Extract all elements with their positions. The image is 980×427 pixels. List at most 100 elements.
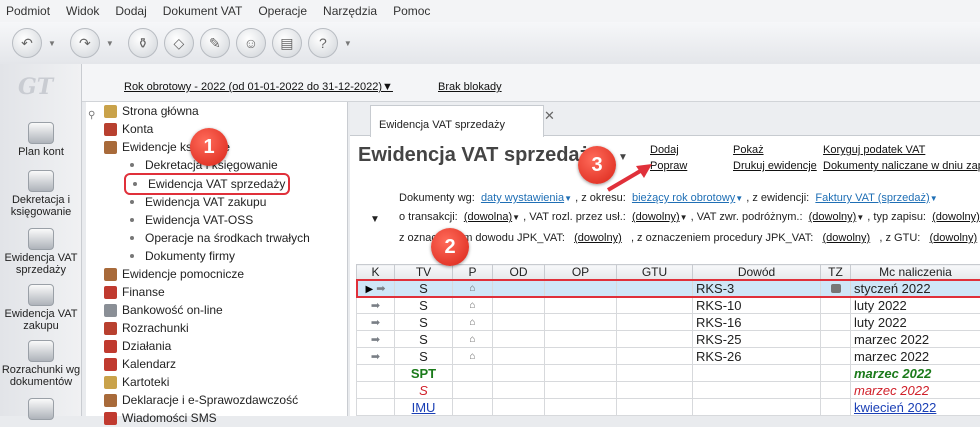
cell-od <box>493 365 545 382</box>
tree-item-deklaracje[interactable]: Deklaracje i e-Sprawozdawczość <box>104 391 298 409</box>
house-icon: ⌂ <box>453 331 493 348</box>
module-vat-zakupu[interactable]: Ewidencja VAT zakupu <box>0 284 82 332</box>
koryguj-link[interactable]: Koryguj podatek VAT <box>823 144 925 156</box>
module-rozrachunki[interactable]: Rozrachunki wg dokumentów <box>0 340 82 388</box>
tab-strip: Ewidencja VAT sprzedaży ✕ <box>350 102 980 136</box>
col-tz[interactable]: TZ <box>821 265 851 280</box>
back-icon[interactable]: ↶ <box>12 28 42 58</box>
dodaj-link[interactable]: Dodaj <box>650 144 679 156</box>
tree-item-ewidencja-vat-sprzedazy[interactable]: Ewidencja VAT sprzedaży <box>126 175 288 193</box>
jpk-document-select[interactable]: (dowolny) <box>574 232 622 244</box>
tree-item-sms[interactable]: Wiadomości SMS <box>104 409 217 427</box>
menu-widok[interactable]: Widok <box>66 4 99 18</box>
menu-pomoc[interactable]: Pomoc <box>393 4 430 18</box>
chevron-down-icon[interactable]: ▼ <box>735 194 743 203</box>
tree-item-rozrachunki[interactable]: Rozrachunki <box>104 319 189 337</box>
declaration-icon <box>104 394 117 407</box>
menu-podmiot[interactable]: Podmiot <box>6 4 50 18</box>
cell-mc: kwiecień 2022 <box>851 399 980 416</box>
jpk-procedure-select[interactable]: (dowolny) <box>823 232 871 244</box>
tree-item-dokumenty-firmy[interactable]: Dokumenty firmy <box>126 247 235 265</box>
naliczane-link[interactable]: Dokumenty naliczane w dniu zapis <box>823 160 980 172</box>
col-k[interactable]: K <box>357 265 395 280</box>
table-row[interactable]: ➡ S ⌂ RKS-10 luty 2022 <box>357 297 980 314</box>
chevron-down-icon[interactable]: ▼ <box>680 213 688 222</box>
col-mc-naliczenia[interactable]: Mc naliczenia <box>851 265 980 280</box>
cubes-icon <box>28 122 54 144</box>
tree-item-kalendarz[interactable]: Kalendarz <box>104 355 176 373</box>
tab-ewidencja-vat-sprzedazy[interactable]: Ewidencja VAT sprzedaży <box>370 105 544 137</box>
module-plan-kont[interactable]: Plan kont <box>0 122 82 158</box>
tree-item-ewidencja-vat-zakupu[interactable]: Ewidencja VAT zakupu <box>126 193 266 211</box>
tree-item-finanse[interactable]: Finanse <box>104 283 165 301</box>
cell-tv: S <box>395 280 453 297</box>
menu-operacje[interactable]: Operacje <box>258 4 307 18</box>
table-row[interactable]: IMU kwiecień 2022 <box>357 399 980 416</box>
col-op[interactable]: OP <box>545 265 617 280</box>
sign-icon[interactable]: ✎ <box>200 28 230 58</box>
module-dekretacja[interactable]: Dekretacja i księgowanie <box>0 170 82 218</box>
col-od[interactable]: OD <box>493 265 545 280</box>
col-tv[interactable]: TV <box>395 265 453 280</box>
check-icon <box>28 340 54 362</box>
table-row[interactable]: ➡ S ⌂ RKS-26 marzec 2022 <box>357 348 980 365</box>
help-icon[interactable]: ? <box>308 28 338 58</box>
forward-icon[interactable]: ↷ <box>70 28 100 58</box>
module-more[interactable] <box>0 398 82 422</box>
pokaz-link[interactable]: Pokaż <box>733 144 764 156</box>
chevron-down-icon[interactable]: ▼ <box>344 39 352 48</box>
col-p[interactable]: P <box>453 265 493 280</box>
printer-icon[interactable]: ▤ <box>272 28 302 58</box>
people-icon[interactable]: ☺ <box>236 28 266 58</box>
tree-item-ewidencja-vat-oss[interactable]: Ewidencja VAT-OSS <box>126 211 253 229</box>
close-icon[interactable]: ✕ <box>544 108 555 124</box>
table-row[interactable]: ➡ S ⌂ RKS-25 marzec 2022 <box>357 331 980 348</box>
table-row[interactable]: ➡ S ⌂ RKS-16 luty 2022 <box>357 314 980 331</box>
date-type-select[interactable]: daty wystawienia <box>481 192 564 204</box>
fiscal-year-select[interactable]: Rok obrotowy - 2022 (od 01-01-2022 do 31… <box>124 81 393 93</box>
module-vat-sprzedazy[interactable]: Ewidencja VAT sprzedaży <box>0 228 82 276</box>
stamp-icon[interactable]: ⚱ <box>128 28 158 58</box>
row-arrow-icon: ➡ <box>357 314 395 331</box>
table-row[interactable]: SPT marzec 2022 <box>357 365 980 382</box>
collapse-filters-icon[interactable]: ▼ <box>370 214 380 225</box>
tree-item-label: Strona główna <box>122 102 199 120</box>
vat-refund-select[interactable]: (dowolny) <box>809 211 857 223</box>
tree-item-dzialania[interactable]: Działania <box>104 337 171 355</box>
table-row[interactable]: ▶ ➡ S ⌂ RKS-3 styczeń 2022 <box>357 280 980 297</box>
entry-type-select[interactable]: (dowolny) <box>932 211 980 223</box>
menu-dodaj[interactable]: Dodaj <box>115 4 146 18</box>
transaction-select[interactable]: (dowolna) <box>464 211 512 223</box>
chevron-down-icon[interactable]: ▼ <box>48 39 56 48</box>
row-arrow-icon: ➡ <box>357 348 395 365</box>
gtu-select[interactable]: (dowolny) <box>930 232 978 244</box>
book-icon <box>104 123 117 136</box>
tree-item-konta[interactable]: Konta <box>104 120 153 138</box>
vat-settled-select[interactable]: (dowolny) <box>632 211 680 223</box>
chevron-down-icon[interactable]: ▼ <box>930 194 938 203</box>
pin-icon[interactable]: ⚲ <box>88 110 95 121</box>
cell-od <box>493 382 545 399</box>
tree-item-bankowosc[interactable]: Bankowość on-line <box>104 301 223 319</box>
menu-narzedzia[interactable]: Narzędzia <box>323 4 377 18</box>
chevron-down-icon[interactable]: ▼ <box>106 39 114 48</box>
eraser-icon[interactable]: ◇ <box>164 28 194 58</box>
cell-p <box>453 365 493 382</box>
chevron-down-icon[interactable]: ▼ <box>512 213 520 222</box>
calendar-icon <box>104 358 117 371</box>
tree-item-ewidencje-pomocnicze[interactable]: Ewidencje pomocnicze <box>104 265 244 283</box>
drukuj-link[interactable]: Drukuj ewidencje <box>733 160 817 172</box>
cell-op <box>545 331 617 348</box>
chevron-down-icon[interactable]: ▼ <box>856 213 864 222</box>
tree-item-kartoteki[interactable]: Kartoteki <box>104 373 169 391</box>
chevron-down-icon[interactable]: ▼ <box>564 194 572 203</box>
col-gtu[interactable]: GTU <box>617 265 693 280</box>
register-select[interactable]: Faktury VAT (sprzedaż) <box>815 192 929 204</box>
menu-dokument-vat[interactable]: Dokument VAT <box>163 4 243 18</box>
col-dowod[interactable]: Dowód <box>693 265 821 280</box>
cell-dowod: RKS-26 <box>693 348 821 365</box>
lock-status-link[interactable]: Brak blokady <box>438 81 502 93</box>
tree-item-strona-glowna[interactable]: Strona główna <box>104 102 199 120</box>
table-row[interactable]: S marzec 2022 <box>357 382 980 399</box>
tree-item-operacje-srodki-trwale[interactable]: Operacje na środkach trwałych <box>126 229 310 247</box>
